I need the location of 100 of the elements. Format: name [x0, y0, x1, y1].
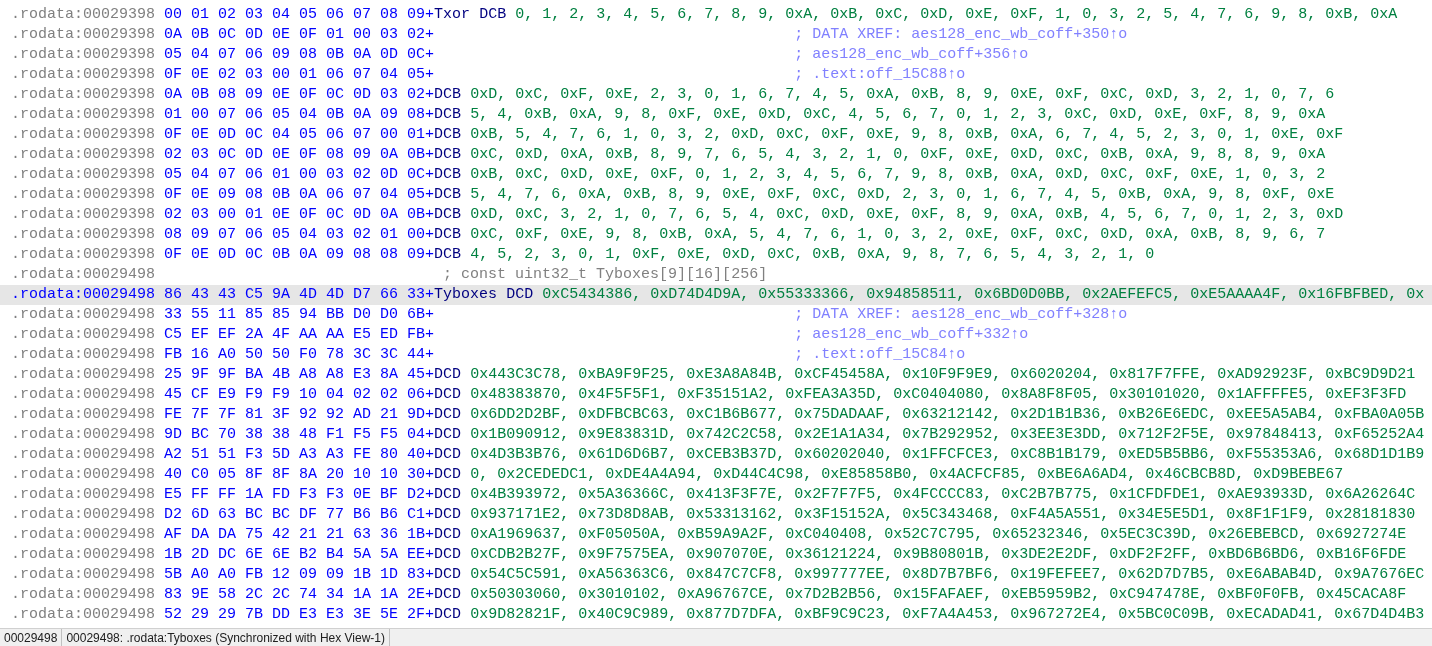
operand-list: 0x1B090912, 0x9E83831D, 0x742C2C58, 0x2E1A1A34, 0x7B292952, 0x3EE3E3DD, 0x712F2F5E, 0x97848413, 0xF65252A4 — [470, 426, 1425, 443]
hex-bytes: 00 01 02 03 04 05 06 07 08 09+ — [164, 6, 435, 23]
address-text: .rodata:00029498 — [11, 386, 156, 403]
address-text: .rodata:00029498 — [11, 426, 156, 443]
hex-bytes: A2 51 51 F3 5D A3 A3 FE 80 40+ — [164, 446, 435, 463]
mnemonic-text: DCD — [434, 486, 462, 503]
hex-bytes: 05 04 07 06 01 00 03 02 0D 0C+ — [164, 166, 435, 183]
operand-list: 0xA1969637, 0xF05050A, 0xB59A9A2F, 0xC040408, 0x52C7C795, 0x65232346, 0x5EC3C39D, 0x26EBEBCD, 0x6927274E — [470, 526, 1407, 543]
address-text: .rodata:00029498 — [11, 286, 156, 303]
address-text: .rodata:00029498 — [11, 566, 156, 583]
address-text: .rodata:00029498 — [11, 326, 156, 343]
hex-bytes: 02 03 0C 0D 0E 0F 08 09 0A 0B+ — [164, 146, 435, 163]
operand-list: 0xC5434386, 0xD74D4D9A, 0x55333366, 0x94858511, 0x6BD0D0BB, 0x2AEFEFC5, 0xE5AAAA4F, 0x16FBFBED, 0x — [542, 286, 1425, 303]
hex-bytes: AF DA DA 75 42 21 21 63 36 1B+ — [164, 526, 435, 543]
mnemonic-text: DCB — [434, 146, 462, 163]
address-text: .rodata:00029398 — [11, 206, 156, 223]
mnemonic-text: DCD — [434, 406, 462, 423]
mnemonic-text: DCB — [434, 246, 462, 263]
mnemonic-text: DCB — [434, 186, 462, 203]
operand-list: 0x9D82821F, 0x40C9C989, 0x877D7DFA, 0xBF9C9C23, 0xF7A4A453, 0x967272E4, 0x5BC0C09B, 0xECADAD41, 0x67D4D4B3 — [470, 606, 1425, 623]
hex-bytes: 0F 0E 0D 0C 0B 0A 09 08 08 09+ — [164, 246, 435, 263]
address-text: .rodata:00029398 — [11, 66, 156, 83]
address-text: .rodata:00029398 — [11, 46, 156, 63]
mnemonic-text: DCD — [434, 526, 462, 543]
status-offset: 00029498 — [0, 629, 63, 646]
operand-list: 0, 0x2CEDEDC1, 0xDE4A4A94, 0xD44C4C98, 0xE85858B0, 0x4ACFCF85, 0xBE6A6AD4, 0x46CBCB8D, 0xD9BEBE67 — [470, 466, 1344, 483]
hex-bytes: 25 9F 9F BA 4B A8 A8 E3 8A 45+ — [164, 366, 435, 383]
hex-bytes: 0A 0B 0C 0D 0E 0F 01 00 03 02+ — [164, 26, 435, 43]
address-text: .rodata:00029498 — [11, 506, 156, 523]
hex-bytes: 40 C0 05 8F 8F 8A 20 10 10 30+ — [164, 466, 435, 483]
operand-list: 0xB, 5, 4, 7, 6, 1, 0, 3, 2, 0xD, 0xC, 0xF, 0xE, 9, 8, 0xB, 0xA, 6, 7, 4, 5, 2, 3, 0, 1, 0xE, 0xF — [470, 126, 1344, 143]
operand-list: 4, 5, 2, 3, 0, 1, 0xF, 0xE, 0xD, 0xC, 0xB, 0xA, 9, 8, 7, 6, 5, 4, 3, 2, 1, 0 — [470, 246, 1155, 263]
comment-text: ; .text:off_15C84↑o — [794, 346, 966, 363]
label-text: Tyboxes — [434, 286, 498, 303]
hex-bytes: 0F 0E 02 03 00 01 06 07 04 05+ — [164, 66, 435, 83]
address-text: .rodata:00029498 — [11, 366, 156, 383]
operand-list: 0, 1, 2, 3, 4, 5, 6, 7, 8, 9, 0xA, 0xB, 0xC, 0xD, 0xE, 0xF, 1, 0, 3, 2, 5, 4, 7, 6, 9, 8, 0xB, 0xA — [515, 6, 1398, 23]
mnemonic-text: DCB — [434, 226, 462, 243]
comment-text: ; aes128_enc_wb_coff+332↑o — [794, 326, 1029, 343]
mnemonic-text: DCD — [434, 586, 462, 603]
comment-text: ; .text:off_15C88↑o — [794, 66, 966, 83]
comment-text: ; DATA XREF: aes128_enc_wb_coff+328↑o — [794, 306, 1128, 323]
mnemonic-text: DCD — [434, 426, 462, 443]
comment-text: ; const uint32_t Tyboxes[9][16][256] — [443, 266, 768, 283]
operand-list: 0x4D3B3B76, 0x61D6D6B7, 0xCEB3B37D, 0x60202040, 0x1FFCFCE3, 0xC8B1B179, 0xED5B5BB6, 0xF55353A6, 0x68D1D1B9 — [470, 446, 1425, 463]
mnemonic-text: DCD — [434, 466, 462, 483]
mnemonic-text: DCB — [479, 6, 507, 23]
selected-line-highlight[interactable]: .rodata:00029498 86 43 43 C5 9A 4D 4D D7 66 33+Tyboxes DCD 0xC5434386, 0xD74D4D9A, 0x55333366, 0x94858511, 0x6BD0D0BB, 0x2AEFEFC5, 0xE5AAAA4F, 0x16FBFBED, 0x — [0, 285, 1432, 305]
address-text: .rodata:00029398 — [11, 166, 156, 183]
operand-list: 0x443C3C78, 0xBA9F9F25, 0xE3A8A84B, 0xCF45458A, 0x10F9F9E9, 0x6020204, 0x817F7FFE, 0xAD92923F, 0xBC9D9D21 — [470, 366, 1416, 383]
address-text: .rodata:00029398 — [11, 186, 156, 203]
mnemonic-text: DCD — [434, 366, 462, 383]
address-text: .rodata:00029498 — [11, 266, 156, 283]
operand-list: 0xD, 0xC, 3, 2, 1, 0, 7, 6, 5, 4, 0xC, 0xD, 0xE, 0xF, 8, 9, 0xA, 0xB, 4, 5, 6, 7, 0, 1, 2, 3, 0xD — [470, 206, 1344, 223]
hex-bytes: 9D BC 70 38 38 48 F1 F5 F5 04+ — [164, 426, 435, 443]
hex-bytes: 33 55 11 85 85 94 BB D0 D0 6B+ — [164, 306, 435, 323]
status-location: 00029498: .rodata:Tyboxes (Synchronized with Hex View-1) — [62, 629, 390, 646]
operand-list: 5, 4, 0xB, 0xA, 9, 8, 0xF, 0xE, 0xD, 0xC, 4, 5, 6, 7, 0, 1, 2, 3, 0xC, 0xD, 0xE, 0xF, 8, 9, 0xA — [470, 106, 1326, 123]
mnemonic-text: DCD — [434, 566, 462, 583]
address-text: .rodata:00029498 — [11, 526, 156, 543]
hex-bytes: E5 FF FF 1A FD F3 F3 0E BF D2+ — [164, 486, 435, 503]
hex-bytes: 0F 0E 09 08 0B 0A 06 07 04 05+ — [164, 186, 435, 203]
mnemonic-text: DCD — [434, 446, 462, 463]
mnemonic-text: DCD — [434, 506, 462, 523]
hex-bytes: 08 09 07 06 05 04 03 02 01 00+ — [164, 226, 435, 243]
address-text: .rodata:00029398 — [11, 106, 156, 123]
operand-list: 0xD, 0xC, 0xF, 0xE, 2, 3, 0, 1, 6, 7, 4, 5, 0xA, 0xB, 8, 9, 0xE, 0xF, 0xC, 0xD, 3, 2, 1, 0, 7, 6 — [470, 86, 1335, 103]
operand-list: 0xC, 0xD, 0xA, 0xB, 8, 9, 7, 6, 5, 4, 3, 2, 1, 0, 0xF, 0xE, 0xD, 0xC, 0xB, 0xA, 9, 8, 8, 9, 0xA — [470, 146, 1326, 163]
operand-list: 0x937171E2, 0x73D8D8AB, 0x53313162, 0x3F15152A, 0x5C343468, 0xF4A5A551, 0x34E5E5D1, 0x8F1F1F9, 0x28181830 — [470, 506, 1416, 523]
mnemonic-text: DCB — [434, 166, 462, 183]
mnemonic-text: DCD — [506, 286, 534, 303]
address-text: .rodata:00029498 — [11, 486, 156, 503]
address-text: .rodata:00029498 — [11, 546, 156, 563]
address-text: .rodata:00029498 — [11, 606, 156, 623]
hex-bytes: 83 9E 58 2C 2C 74 34 1A 1A 2E+ — [164, 586, 435, 603]
hex-bytes: FB 16 A0 50 50 F0 78 3C 3C 44+ — [164, 346, 435, 363]
mnemonic-text: DCD — [434, 546, 462, 563]
address-text: .rodata:00029498 — [11, 466, 156, 483]
hex-bytes: D2 6D 63 BC BC DF 77 B6 B6 C1+ — [164, 506, 435, 523]
mnemonic-text: DCD — [434, 606, 462, 623]
address-text: .rodata:00029398 — [11, 146, 156, 163]
mnemonic-text: DCB — [434, 206, 462, 223]
operand-list: 5, 4, 7, 6, 0xA, 0xB, 8, 9, 0xE, 0xF, 0xC, 0xD, 2, 3, 0, 1, 6, 7, 4, 5, 0xB, 0xA, 9, 8, 0xF, 0xE — [470, 186, 1335, 203]
mnemonic-text: DCB — [434, 126, 462, 143]
hex-bytes: 0A 0B 08 09 0E 0F 0C 0D 03 02+ — [164, 86, 435, 103]
address-text: .rodata:00029398 — [11, 226, 156, 243]
hex-bytes: 02 03 00 01 0E 0F 0C 0D 0A 0B+ — [164, 206, 435, 223]
hex-bytes: 05 04 07 06 09 08 0B 0A 0D 0C+ — [164, 46, 435, 63]
label-text: Txor — [434, 6, 471, 23]
address-text: .rodata:00029398 — [11, 26, 156, 43]
operand-list: 0x6DD2D2BF, 0xDFBCBC63, 0xC1B6B677, 0x75DADAAF, 0x63212142, 0x2D1B1B36, 0xB26E6EDC, 0xEE5A5AB4, 0xFBA0A05B — [470, 406, 1425, 423]
operand-list: 0xB, 0xC, 0xD, 0xE, 0xF, 0, 1, 2, 3, 4, 5, 6, 7, 9, 8, 0xB, 0xA, 0xD, 0xC, 0xF, 0xE, 1, 0, 3, 2 — [470, 166, 1326, 183]
address-text: .rodata:00029398 — [11, 6, 156, 23]
operand-list: 0x50303060, 0x3010102, 0xA96767CE, 0x7D2B2B56, 0x15FAFAEF, 0xEB5959B2, 0xC947478E, 0xBF0F0FB, 0x45CACA8F — [470, 586, 1407, 603]
address-text: .rodata:00029498 — [11, 406, 156, 423]
hex-bytes: C5 EF EF 2A 4F AA AA E5 ED FB+ — [164, 326, 435, 343]
address-text: .rodata:00029398 — [11, 86, 156, 103]
operand-list: 0xCDB2B27F, 0x9F7575EA, 0x907070E, 0x36121224, 0x9B80801B, 0x3DE2E2DF, 0xDF2F2FF, 0xBD6B6BD6, 0xB16F6FDE — [470, 546, 1407, 563]
address-text: .rodata:00029398 — [11, 246, 156, 263]
address-text: .rodata:00029498 — [11, 306, 156, 323]
